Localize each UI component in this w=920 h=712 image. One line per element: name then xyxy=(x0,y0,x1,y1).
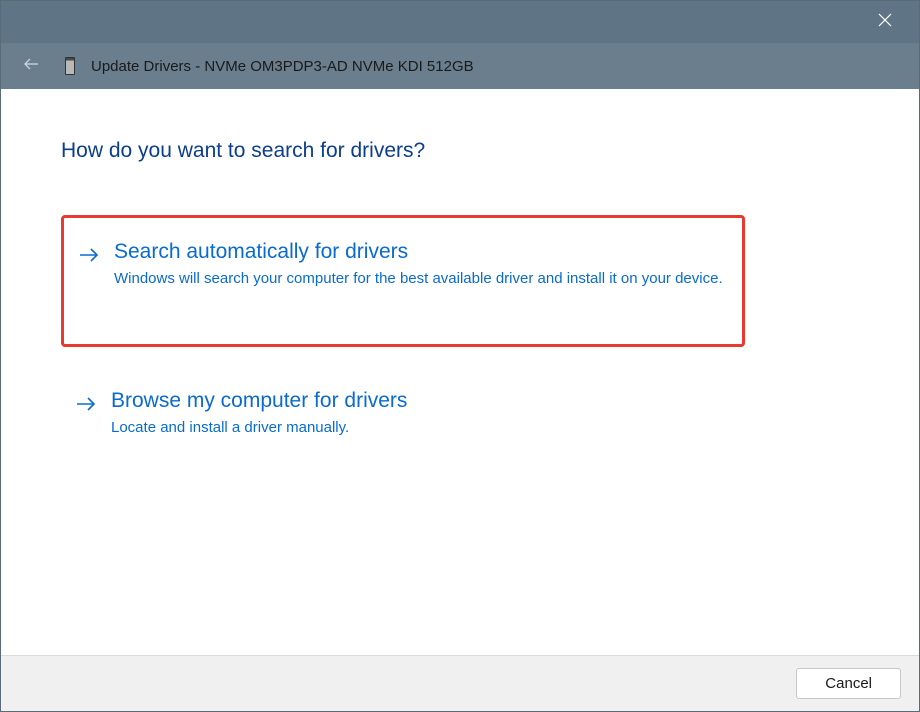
option-text: Browse my computer for drivers Locate an… xyxy=(111,389,841,439)
dialog-footer: Cancel xyxy=(1,655,919,711)
titlebar-sub: Update Drivers - NVMe OM3PDP3-AD NVMe KD… xyxy=(1,43,919,89)
titlebar xyxy=(1,1,919,43)
option-browse-computer[interactable]: Browse my computer for drivers Locate an… xyxy=(61,377,859,475)
close-button[interactable] xyxy=(865,2,905,42)
window-title: Update Drivers - NVMe OM3PDP3-AD NVMe KD… xyxy=(91,58,474,75)
option-description: Windows will search your computer for th… xyxy=(114,268,724,290)
arrow-right-icon xyxy=(75,395,97,418)
option-text: Search automatically for drivers Windows… xyxy=(114,240,724,290)
page-heading: How do you want to search for drivers? xyxy=(61,139,859,163)
option-title: Search automatically for drivers xyxy=(114,240,724,264)
back-button[interactable] xyxy=(19,54,43,78)
device-icon xyxy=(63,56,77,76)
cancel-button[interactable]: Cancel xyxy=(796,668,901,699)
close-icon xyxy=(878,13,892,32)
option-title: Browse my computer for drivers xyxy=(111,389,841,413)
update-drivers-dialog: Update Drivers - NVMe OM3PDP3-AD NVMe KD… xyxy=(0,0,920,712)
option-description: Locate and install a driver manually. xyxy=(111,417,731,439)
back-arrow-icon xyxy=(22,55,40,78)
content-area: How do you want to search for drivers? S… xyxy=(1,89,919,655)
arrow-right-icon xyxy=(78,246,100,269)
option-search-automatically[interactable]: Search automatically for drivers Windows… xyxy=(61,215,745,347)
